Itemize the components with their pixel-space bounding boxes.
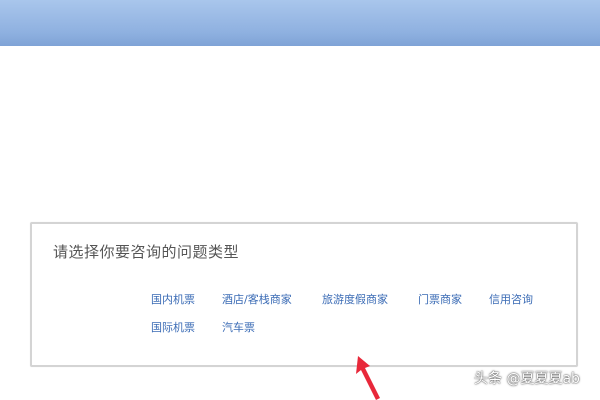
panel-title: 请选择你要咨询的问题类型 — [53, 243, 240, 261]
question-type-panel: 请选择你要咨询的问题类型 国内机票 酒店/客栈商家 旅游度假商家 门票商家 信用… — [30, 222, 578, 367]
top-header-bar — [0, 0, 600, 46]
option-domestic-flights[interactable]: 国内机票 — [151, 291, 195, 307]
option-hotel-inn-merchant[interactable]: 酒店/客栈商家 — [222, 291, 292, 307]
option-international-flights[interactable]: 国际机票 — [151, 319, 195, 335]
option-travel-vacation-merchant[interactable]: 旅游度假商家 — [322, 291, 388, 307]
red-arrow-icon — [356, 356, 380, 400]
option-tickets-merchant[interactable]: 门票商家 — [418, 291, 462, 307]
option-credit-inquiry[interactable]: 信用咨询 — [489, 291, 533, 307]
option-bus-tickets[interactable]: 汽车票 — [222, 319, 255, 335]
watermark-text: 头条 @夏夏夏ab — [474, 371, 580, 387]
